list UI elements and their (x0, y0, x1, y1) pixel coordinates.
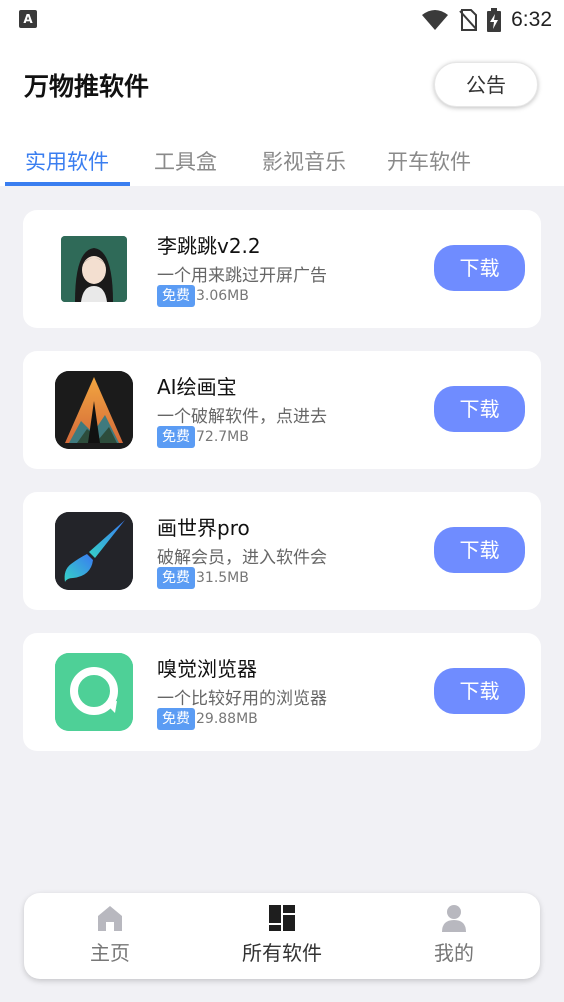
wifi-icon (422, 10, 449, 30)
ai-painting-icon (55, 371, 133, 449)
free-badge: 免费 (157, 567, 195, 589)
home-icon (98, 906, 122, 931)
app-card[interactable]: 李跳跳v2.2 一个用来跳过开屏广告 免费 3.06MB 下载 (23, 210, 541, 328)
grid-icon (269, 905, 295, 931)
nav-mine[interactable]: 我的 (384, 903, 524, 966)
app-name: AI绘画宝 (157, 375, 237, 399)
app-name: 嗅觉浏览器 (157, 657, 257, 681)
chat-bubble-icon (55, 653, 133, 731)
no-sim-icon (459, 9, 478, 31)
paintbrush-icon (55, 512, 133, 590)
nav-home[interactable]: 主页 (40, 903, 180, 966)
app-desc: 破解会员，进入软件会 (157, 548, 327, 568)
tab-video-music[interactable]: 影视音乐 (262, 146, 346, 176)
nav-all-software-label: 所有软件 (242, 941, 322, 965)
free-badge: 免费 (157, 285, 195, 307)
app-meta: 免费 3.06MB (157, 285, 249, 307)
free-badge: 免费 (157, 426, 195, 448)
app-name: 画世界pro (157, 516, 250, 540)
app-meta: 免费 72.7MB (157, 426, 249, 448)
status-bar: A 6:32 (0, 0, 564, 40)
app-desc: 一个用来跳过开屏广告 (157, 266, 327, 286)
battery-charging-icon (487, 8, 502, 32)
app-card[interactable]: AI绘画宝 一个破解软件，点进去 免费 72.7MB 下载 (23, 351, 541, 469)
download-button[interactable]: 下载 (434, 668, 525, 714)
download-button[interactable]: 下载 (434, 386, 525, 432)
download-button[interactable]: 下载 (434, 245, 525, 291)
nav-all-software[interactable]: 所有软件 (212, 903, 352, 966)
status-time: 6:32 (511, 8, 552, 31)
app-name: 李跳跳v2.2 (157, 234, 261, 258)
girl-avatar-icon (61, 236, 127, 302)
file-size: 29.88MB (196, 711, 258, 727)
file-size: 3.06MB (196, 288, 249, 304)
user-icon (442, 905, 466, 932)
notice-button[interactable]: 公告 (434, 62, 538, 107)
download-button[interactable]: 下载 (434, 527, 525, 573)
app-card[interactable]: 嗅觉浏览器 一个比较好用的浏览器 免费 29.88MB 下载 (23, 633, 541, 751)
tab-indicator (5, 182, 130, 186)
file-size: 31.5MB (196, 570, 249, 586)
bottom-nav: 主页 所有软件 我的 (24, 893, 540, 979)
file-size: 72.7MB (196, 429, 249, 445)
category-tabs: 实用软件 工具盒 影视音乐 开车软件 (0, 140, 564, 186)
status-right: 6:32 (421, 5, 552, 35)
tab-practical-software[interactable]: 实用软件 (25, 146, 109, 176)
free-badge: 免费 (157, 708, 195, 730)
nav-mine-label: 我的 (434, 941, 474, 965)
app-title: 万物推软件 (24, 72, 150, 101)
app-card[interactable]: 画世界pro 破解会员，进入软件会 免费 31.5MB 下载 (23, 492, 541, 610)
tab-toolbox[interactable]: 工具盒 (154, 146, 217, 176)
app-meta: 免费 29.88MB (157, 708, 258, 730)
tab-driving-software[interactable]: 开车软件 (387, 146, 471, 176)
app-desc: 一个破解软件，点进去 (157, 407, 327, 427)
notification-a-icon: A (19, 10, 37, 28)
nav-home-label: 主页 (90, 941, 130, 965)
app-desc: 一个比较好用的浏览器 (157, 689, 327, 709)
app-meta: 免费 31.5MB (157, 567, 249, 589)
